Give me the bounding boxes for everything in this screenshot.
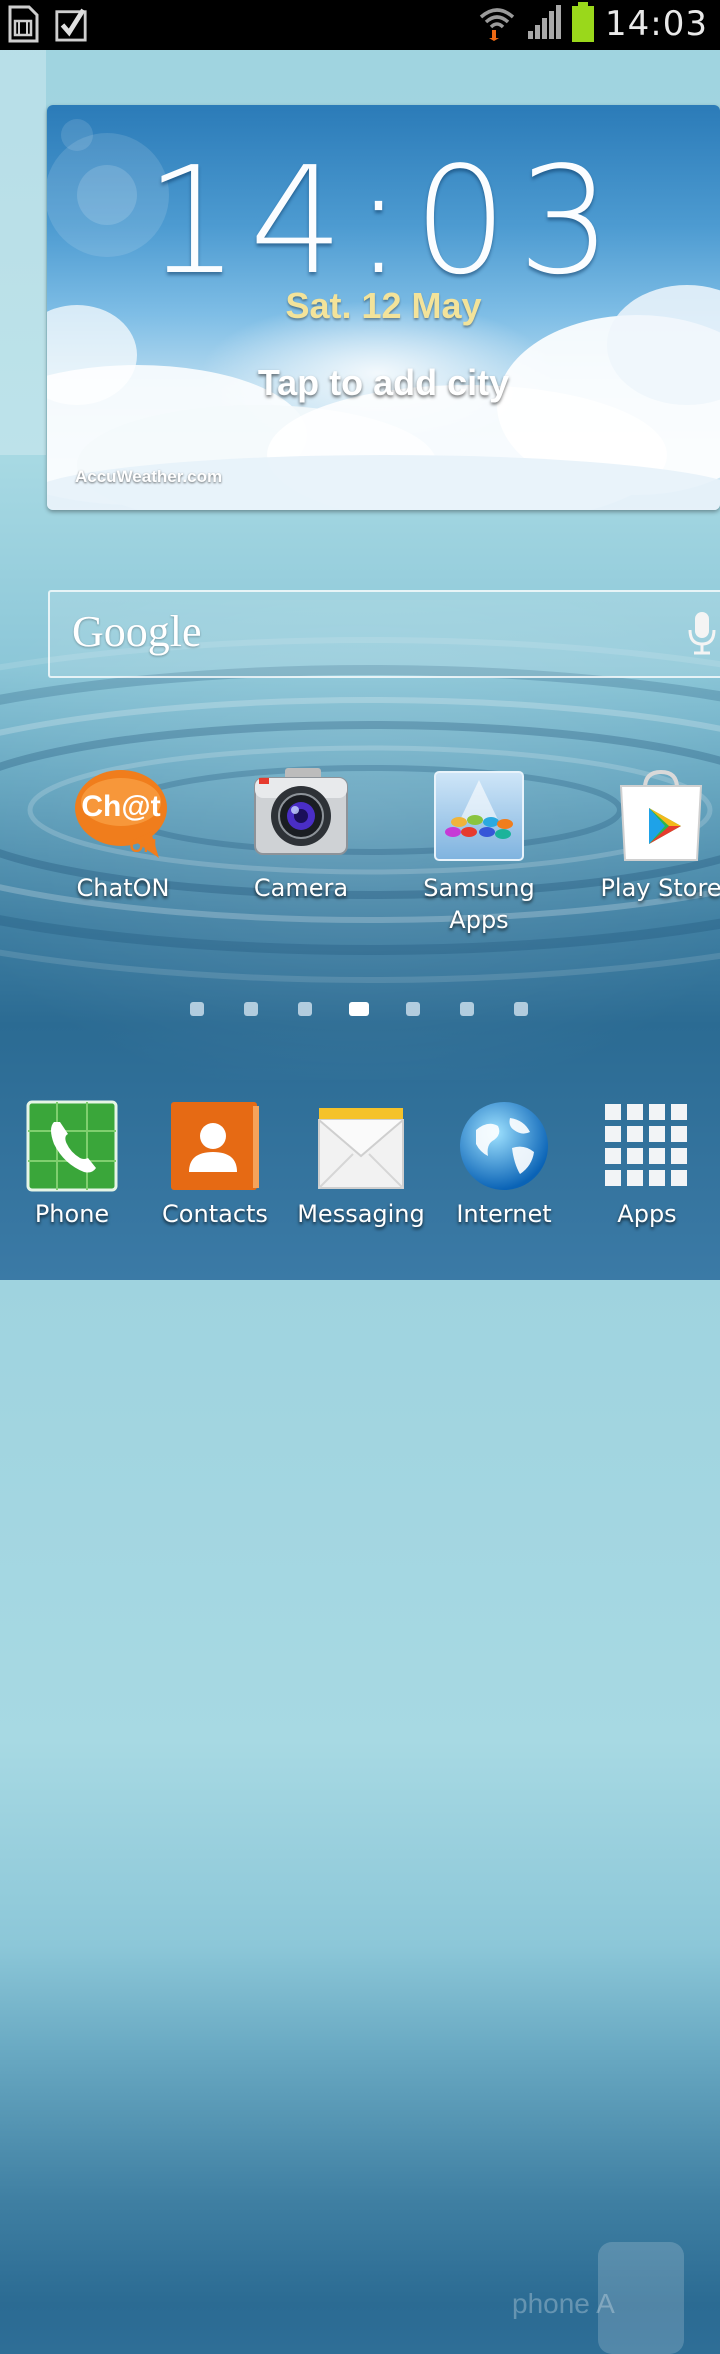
dock-label: Contacts xyxy=(162,1200,268,1228)
status-bar: 14:03 xyxy=(0,0,720,50)
widget-clock-time: 14:03 xyxy=(145,135,622,307)
signal-icon xyxy=(527,5,562,43)
google-logo: Google xyxy=(72,607,202,656)
contacts-icon xyxy=(169,1100,261,1192)
page-dot-active[interactable] xyxy=(349,1002,369,1016)
phone-icon xyxy=(26,1100,118,1192)
samsung-apps-icon xyxy=(429,766,529,866)
dock-label: Messaging xyxy=(297,1200,425,1228)
microphone-icon[interactable] xyxy=(686,610,718,660)
dock: phone A Phone Contacts Messaging Interne… xyxy=(0,1092,720,2354)
page-dot[interactable] xyxy=(190,1002,204,1016)
add-city-prompt[interactable]: Tap to add city xyxy=(47,362,720,404)
svg-text:ON: ON xyxy=(130,836,157,856)
sim-card-icon xyxy=(6,5,40,43)
page-dot[interactable] xyxy=(514,1002,528,1016)
chaton-icon: Ch@t ON xyxy=(73,766,173,866)
watermark-text: phone A xyxy=(512,2288,615,2319)
camera-icon xyxy=(251,766,351,866)
wifi-icon xyxy=(477,3,517,45)
dock-label: Internet xyxy=(456,1200,552,1228)
internet-globe-icon xyxy=(458,1100,550,1192)
dock-contacts[interactable]: Contacts xyxy=(140,1100,290,1230)
app-label: Camera xyxy=(253,874,349,902)
dock-apps[interactable]: Apps xyxy=(572,1100,720,1230)
page-dot[interactable] xyxy=(298,1002,312,1016)
messaging-icon xyxy=(315,1100,407,1192)
app-label: Samsung Apps xyxy=(423,874,535,934)
play-store-icon xyxy=(611,766,711,866)
dock-phone[interactable]: Phone xyxy=(0,1100,147,1230)
battery-icon xyxy=(571,2,595,46)
app-samsung-apps[interactable]: Samsung Apps xyxy=(394,766,564,936)
app-label: ChatON xyxy=(76,874,170,902)
page-indicator[interactable] xyxy=(190,1002,528,1016)
widget-date: Sat. 12 May xyxy=(285,285,482,326)
dock-internet[interactable]: Internet xyxy=(429,1100,579,1230)
app-chaton[interactable]: Ch@t ON ChatON xyxy=(38,766,208,904)
accuweather-brand[interactable]: AccuWeather.com xyxy=(75,467,222,487)
wallpaper-highlight xyxy=(0,50,46,455)
checkbox-icon xyxy=(54,5,88,43)
dock-label: Phone xyxy=(34,1200,110,1228)
apps-grid-icon xyxy=(601,1100,693,1192)
weather-clock-widget[interactable]: 14:03 Sat. 12 May Tap to add city AccuWe… xyxy=(47,105,720,510)
home-app-row: Ch@t ON ChatON Camera Samsung Apps Play … xyxy=(0,760,720,960)
status-clock: 14:03 xyxy=(605,4,708,44)
google-search-bar[interactable]: Google xyxy=(48,590,720,678)
dock-label: Apps xyxy=(617,1200,677,1228)
page-dot[interactable] xyxy=(244,1002,258,1016)
app-label: Play Store xyxy=(600,874,720,902)
app-camera[interactable]: Camera xyxy=(216,766,386,904)
page-dot[interactable] xyxy=(406,1002,420,1016)
page-dot[interactable] xyxy=(460,1002,474,1016)
dock-messaging[interactable]: Messaging xyxy=(286,1100,436,1230)
app-play-store[interactable]: Play Store xyxy=(576,766,720,904)
svg-text:Ch@t: Ch@t xyxy=(81,790,160,823)
